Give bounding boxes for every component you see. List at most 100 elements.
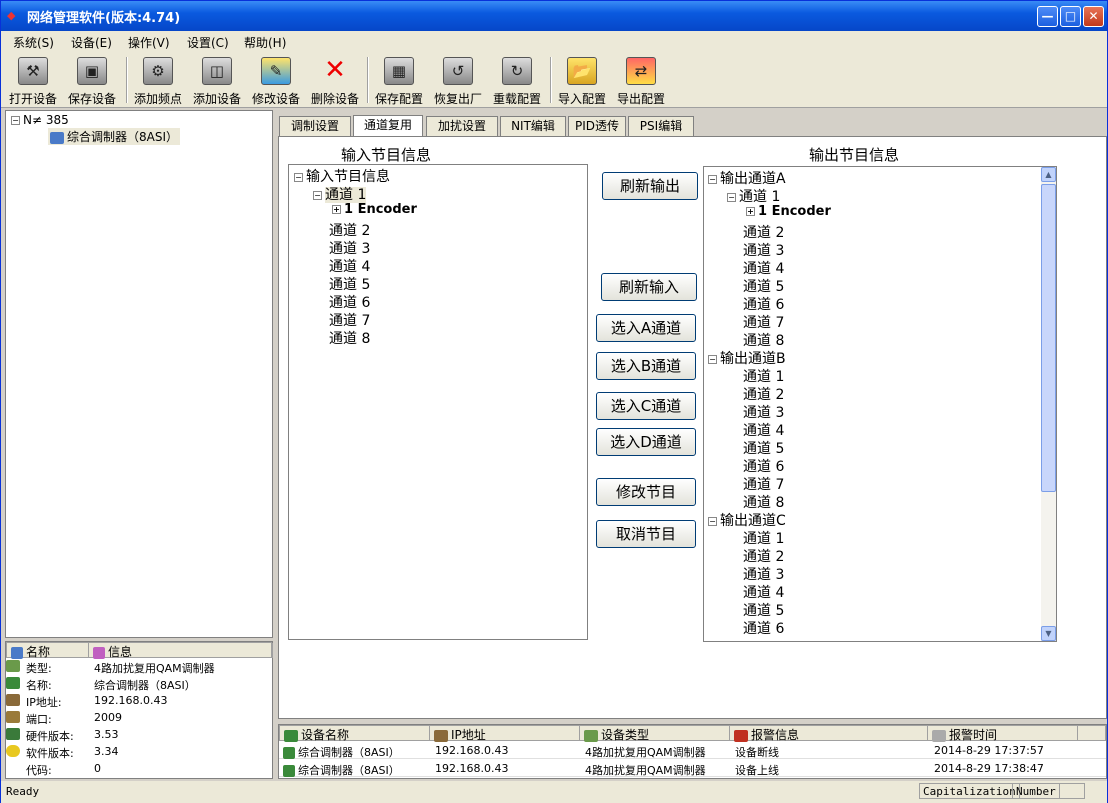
output-group-c[interactable]: − 输出通道C (708, 510, 786, 530)
input-tree-channel[interactable]: 通道 3 (329, 238, 370, 258)
output-b-channel[interactable]: 通道 3 (743, 402, 784, 422)
output-c-channel[interactable]: 通道 3 (743, 564, 784, 584)
menu-device[interactable]: 设备(E) (71, 34, 112, 51)
select-channel-a-button[interactable]: 选入A通道 (596, 314, 696, 342)
input-tree-channel[interactable]: 通道 8 (329, 328, 370, 348)
port-icon (6, 711, 20, 723)
add-frequency-button[interactable]: ⚙ 添加频点 (129, 55, 187, 107)
output-c-channel[interactable]: 通道 5 (743, 600, 784, 620)
menu-settings[interactable]: 设置(C) (187, 34, 229, 51)
output-a-channel[interactable]: 通道 8 (743, 330, 784, 350)
output-a-channel[interactable]: 通道 6 (743, 294, 784, 314)
output-b-channel[interactable]: 通道 6 (743, 456, 784, 476)
output-c-channel[interactable]: 通道 2 (743, 546, 784, 566)
channel-mux-page: 输入节目信息 输出节目信息 − 输入节目信息 − 通道 1 +1 Encoder 通… (278, 136, 1107, 719)
minimize-button[interactable]: — (1037, 6, 1058, 27)
tab-scramble[interactable]: 加扰设置 (426, 116, 498, 137)
output-a-encoder[interactable]: +1 Encoder (746, 204, 831, 219)
title-bar[interactable]: ◆ 网络管理软件(版本:4.74) — □ ✕ (1, 1, 1107, 31)
expand-icon[interactable]: + (746, 207, 755, 216)
refresh-output-button[interactable]: 刷新输出 (602, 172, 698, 200)
refresh-input-button[interactable]: 刷新输入 (601, 273, 697, 301)
input-program-tree[interactable]: − 输入节目信息 − 通道 1 +1 Encoder 通道 2 通道 3 通道 4 … (288, 164, 588, 640)
tool-label: 保存配置 (374, 92, 423, 106)
alarm-header-type[interactable]: 设备类型 (580, 726, 730, 742)
output-group-b[interactable]: − 输出通道B (708, 348, 786, 368)
maximize-button[interactable]: □ (1060, 6, 1081, 27)
collapse-icon[interactable]: − (708, 516, 717, 526)
output-a-channel[interactable]: 通道 3 (743, 240, 784, 260)
select-channel-d-button[interactable]: 选入D通道 (596, 428, 696, 456)
alarm-row[interactable]: 综合调制器（8ASI） 192.168.0.43 4路加扰复用QAM调制器 设备… (279, 760, 1106, 777)
select-channel-c-button[interactable]: 选入C通道 (596, 392, 696, 420)
menu-system[interactable]: 系统(S) (13, 34, 54, 51)
input-tree-channel[interactable]: 通道 4 (329, 256, 370, 276)
alarm-header-time[interactable]: 报警时间 (928, 726, 1078, 742)
device-properties-panel: 名称 信息 类型: 4路加扰复用QAM调制器 名称: 综合调制器（8ASI） IP地… (5, 641, 273, 779)
alarm-header-message[interactable]: 报警信息 (730, 726, 928, 742)
tree-root[interactable]: − N≠ 385 (11, 113, 69, 127)
close-button[interactable]: ✕ (1083, 6, 1104, 27)
output-a-channel[interactable]: 通道 4 (743, 258, 784, 278)
output-c-channel[interactable]: 通道 6 (743, 618, 784, 638)
collapse-icon[interactable]: − (313, 190, 322, 200)
scroll-thumb[interactable] (1041, 184, 1056, 492)
input-tree-channel[interactable]: 通道 7 (329, 310, 370, 330)
alarm-row[interactable]: 综合调制器（8ASI） 192.168.0.43 4路加扰复用QAM调制器 设备… (279, 742, 1106, 759)
output-program-tree[interactable]: − 输出通道A − 通道 1 +1 Encoder 通道 2 通道 3 通道 4 通… (703, 166, 1057, 642)
collapse-icon[interactable]: − (294, 172, 303, 182)
delete-device-button[interactable]: ✕ 删除设备 (306, 55, 364, 107)
output-b-channel[interactable]: 通道 4 (743, 420, 784, 440)
collapse-icon[interactable]: − (708, 174, 717, 184)
output-b-channel[interactable]: 通道 2 (743, 384, 784, 404)
factory-reset-button[interactable]: ↺ 恢复出厂 (429, 55, 487, 107)
collapse-icon[interactable]: − (11, 116, 20, 125)
edit-program-button[interactable]: 修改节目 (596, 478, 696, 506)
input-tree-channel-1[interactable]: − 通道 1 (313, 184, 367, 204)
output-c-channel[interactable]: 通道 1 (743, 528, 784, 548)
tool-label: 修改设备 (251, 92, 300, 106)
tab-psi[interactable]: PSI编辑 (628, 116, 694, 137)
output-b-channel[interactable]: 通道 8 (743, 492, 784, 512)
add-device-button[interactable]: ◫ 添加设备 (188, 55, 246, 107)
import-config-button[interactable]: 📂 导入配置 (553, 55, 611, 107)
input-tree-channel[interactable]: 通道 2 (329, 220, 370, 240)
menu-operation[interactable]: 操作(V) (128, 34, 170, 51)
input-tree-channel[interactable]: 通道 5 (329, 274, 370, 294)
save-device-button[interactable]: ▣ 保存设备 (63, 55, 121, 107)
edit-device-button[interactable]: ✎ 修改设备 (247, 55, 305, 107)
save-config-button[interactable]: ▦ 保存配置 (370, 55, 428, 107)
output-b-channel[interactable]: 通道 1 (743, 366, 784, 386)
output-c-channel[interactable]: 通道 4 (743, 582, 784, 602)
collapse-icon[interactable]: − (708, 354, 717, 364)
tab-channel-mux[interactable]: 通道复用 (353, 115, 423, 137)
output-a-channel[interactable]: 通道 2 (743, 222, 784, 242)
alarm-header-name[interactable]: 设备名称 (280, 726, 430, 742)
input-tree-encoder[interactable]: +1 Encoder (332, 202, 417, 217)
open-device-button[interactable]: ⚒ 打开设备 (4, 55, 62, 107)
scroll-up-icon[interactable]: ▲ (1041, 167, 1056, 182)
tab-modulation[interactable]: 调制设置 (279, 116, 351, 137)
tree-device-node[interactable]: 综合调制器（8ASI） (48, 128, 181, 145)
output-a-channel-1[interactable]: − 通道 1 (727, 186, 780, 206)
output-tree-scrollbar[interactable]: ▲ ▼ (1041, 167, 1056, 641)
reload-config-button[interactable]: ↻ 重载配置 (488, 55, 546, 107)
output-a-channel[interactable]: 通道 5 (743, 276, 784, 296)
input-tree-root[interactable]: − 输入节目信息 (294, 166, 390, 186)
menu-help[interactable]: 帮助(H) (244, 34, 286, 51)
scroll-down-icon[interactable]: ▼ (1041, 626, 1056, 641)
output-b-channel[interactable]: 通道 7 (743, 474, 784, 494)
cancel-program-button[interactable]: 取消节目 (596, 520, 696, 548)
tab-nit[interactable]: NIT编辑 (500, 116, 566, 137)
export-config-button[interactable]: ⇄ 导出配置 (612, 55, 670, 107)
alarm-header-ip[interactable]: IP地址 (430, 726, 580, 742)
output-a-channel[interactable]: 通道 7 (743, 312, 784, 332)
collapse-icon[interactable]: − (727, 192, 736, 202)
output-b-channel[interactable]: 通道 5 (743, 438, 784, 458)
expand-icon[interactable]: + (332, 205, 341, 214)
output-group-a[interactable]: − 输出通道A (708, 168, 786, 188)
tab-pid[interactable]: PID透传 (568, 116, 626, 137)
device-type-icon (584, 729, 598, 742)
select-channel-b-button[interactable]: 选入B通道 (596, 352, 696, 380)
input-tree-channel[interactable]: 通道 6 (329, 292, 370, 312)
